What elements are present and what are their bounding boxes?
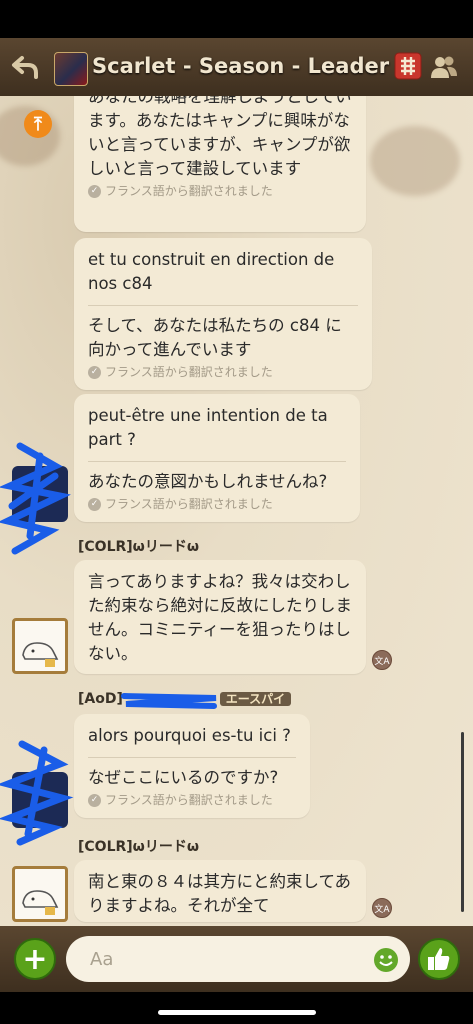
check-icon: ✓ — [88, 793, 101, 807]
avatar[interactable] — [12, 866, 68, 922]
check-icon: ✓ — [88, 184, 101, 198]
avatar[interactable] — [12, 618, 68, 674]
members-button[interactable] — [430, 54, 458, 80]
sender-name[interactable]: [COLR]ωリードω — [78, 836, 199, 856]
redaction-scribble — [0, 442, 71, 555]
redaction-scribble — [0, 740, 74, 846]
cat-avatar-icon — [22, 642, 59, 667]
message-bubble[interactable]: あなたの戦略を理解しようとしています。あなたはキャンプに興味がないと言っています… — [74, 96, 366, 232]
translation-note: ✓ フランス語から翻訳されました — [88, 496, 346, 512]
message-original: peut-être une intention de ta part ? — [88, 406, 328, 449]
translation-divider — [88, 305, 358, 306]
members-icon — [431, 56, 457, 78]
thumbs-up-icon — [428, 948, 450, 970]
home-indicator[interactable] — [158, 1010, 316, 1015]
message-translation: そして、あなたは私たちの c84 に向かって進んでいます — [88, 316, 342, 359]
message-bubble[interactable]: peut-être une intention de ta part ? あなた… — [74, 394, 360, 522]
translation-note: ✓ フランス語から翻訳されました — [88, 183, 352, 199]
back-arrow-icon — [12, 56, 38, 79]
plus-icon: + — [22, 941, 48, 977]
group-avatar[interactable] — [54, 52, 88, 86]
redaction-scribble — [121, 693, 217, 709]
device-notch — [116, 0, 357, 30]
message-text: 南と東の８４は其方にと約束してありますよね。それが全て — [88, 872, 352, 915]
message-text: 言ってありますよね？我々は交わした約束なら絶対に反故にしたりしません。コミニティ… — [88, 572, 352, 663]
scroll-to-top-icon: ⤒ — [34, 113, 42, 135]
chat-header: Scarlet - Season - Leader (4 — [0, 38, 473, 98]
scrollbar[interactable] — [461, 732, 464, 912]
sender-name[interactable]: [COLR]ωリードω — [78, 536, 199, 556]
add-attachment-button[interactable]: + — [14, 938, 56, 980]
cat-avatar-icon — [22, 890, 59, 915]
translation-divider — [88, 757, 296, 758]
emoji-button[interactable] — [374, 948, 398, 972]
status-bar — [0, 0, 473, 38]
translation-divider — [88, 461, 346, 462]
message-translation: なぜここにいるのですか? — [88, 768, 279, 787]
reaction-translate-badge[interactable]: 文A — [372, 898, 392, 918]
home-indicator-area — [0, 992, 473, 1024]
background-splatter — [370, 126, 460, 196]
message-bubble[interactable]: 南と東の８４は其方にと約束してありますよね。それが全て — [74, 860, 366, 922]
message-bubble[interactable]: et tu construit en direction de nos c84 … — [74, 238, 372, 390]
reaction-translate-badge[interactable]: 文A — [372, 650, 392, 670]
translation-note: ✓ フランス語から翻訳されました — [88, 364, 358, 380]
message-translation: あなたの意図かもしれませんね? — [88, 472, 328, 491]
message-list[interactable]: ⤒ あなたの戦略を理解しようとしています。あなたはキャンプに興味がないと言ってい… — [0, 96, 473, 926]
sender-badge: エースパイ — [219, 692, 292, 706]
translate-icon[interactable] — [394, 52, 422, 80]
back-button[interactable] — [8, 50, 42, 84]
chat-title[interactable]: Scarlet - Season - Leader (4 — [92, 54, 404, 78]
like-button[interactable] — [418, 938, 460, 980]
message-original: et tu construit en direction de nos c84 — [88, 250, 335, 293]
message-composer: + — [0, 926, 473, 992]
check-icon: ✓ — [88, 365, 101, 379]
message-input[interactable] — [66, 936, 410, 982]
message-translation: あなたの戦略を理解しようとしています。あなたはキャンプに興味がないと言っています… — [88, 96, 352, 178]
emoji-icon — [379, 955, 393, 966]
message-bubble[interactable]: alors pourquoi es-tu ici ? なぜここにいるのですか? … — [74, 714, 310, 818]
scroll-to-top-button[interactable]: ⤒ — [24, 110, 52, 138]
message-original: alors pourquoi es-tu ici ? — [88, 726, 291, 745]
check-icon: ✓ — [88, 497, 101, 511]
chat-screen: Scarlet - Season - Leader (4 ⤒ あなたの戦略を理解… — [0, 0, 473, 1024]
translation-note: ✓ フランス語から翻訳されました — [88, 792, 296, 808]
message-bubble[interactable]: 言ってありますよね？我々は交わした約束なら絶対に反故にしたりしません。コミニティ… — [74, 560, 366, 674]
